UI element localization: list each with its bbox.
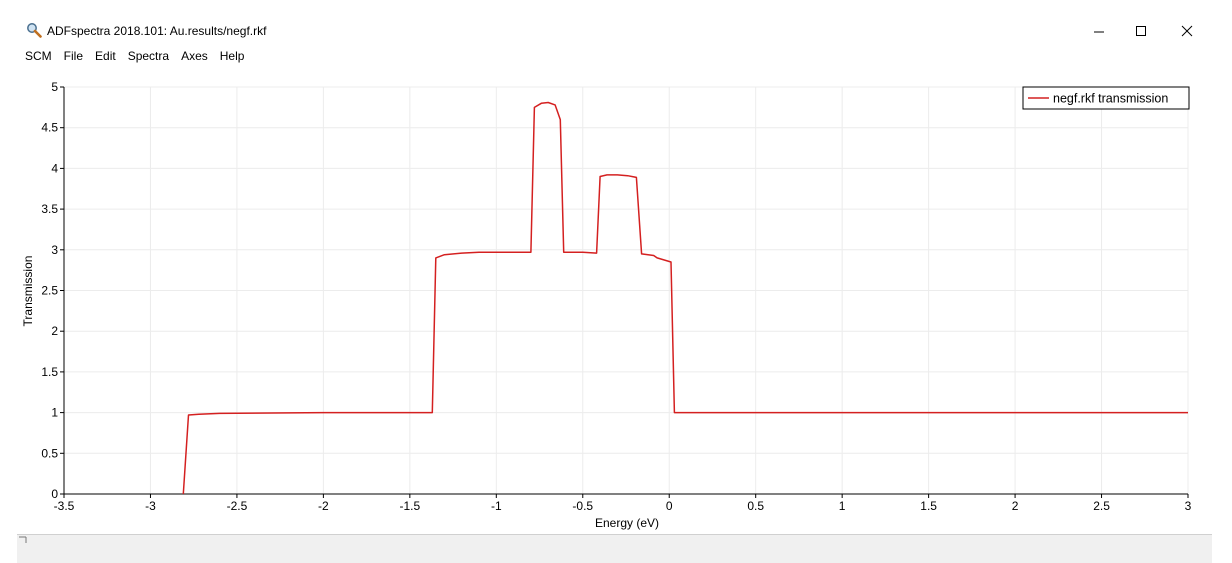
maximize-button[interactable] bbox=[1118, 18, 1164, 44]
minimize-button[interactable] bbox=[1076, 18, 1122, 44]
axes-layer: -3.5 -3 -2.5 -2 -1.5 -1 -0.5 0 0.5 1 1.5 2 2.5 3 0 0.5 1… bbox=[41, 80, 1191, 513]
splitter-handle-icon[interactable] bbox=[18, 534, 36, 544]
x-axis-label: Energy (eV) bbox=[595, 516, 659, 530]
menu-spectra[interactable]: Spectra bbox=[122, 46, 175, 66]
magnifier-icon bbox=[27, 23, 42, 38]
y-tick-label: 1.5 bbox=[41, 365, 58, 379]
legend: negf.rkf transmission bbox=[1022, 86, 1190, 110]
y-tick-label: 4.5 bbox=[41, 121, 58, 135]
series-layer bbox=[182, 101, 1188, 495]
menu-help[interactable]: Help bbox=[214, 46, 251, 66]
status-bar bbox=[17, 534, 1212, 563]
menu-axes[interactable]: Axes bbox=[175, 46, 214, 66]
y-tick-label: 5 bbox=[51, 80, 58, 94]
grid-layer bbox=[63, 86, 1189, 495]
x-tick-label: 0 bbox=[666, 499, 673, 513]
menu-bar: SCM File Edit Spectra Axes Help bbox=[0, 46, 1232, 66]
series-line bbox=[182, 101, 1188, 495]
x-tick-label: 1 bbox=[839, 499, 846, 513]
x-tick-label: -1.5 bbox=[400, 499, 421, 513]
y-tick-label: 2 bbox=[51, 324, 58, 338]
x-tick-label: -0.5 bbox=[572, 499, 593, 513]
x-tick-label: -2.5 bbox=[227, 499, 248, 513]
y-tick-label: 0 bbox=[51, 487, 58, 501]
y-tick-label: 2.5 bbox=[41, 284, 58, 298]
x-tick-label: 1.5 bbox=[920, 499, 937, 513]
window-title: ADFspectra 2018.101: Au.results/negf.rkf bbox=[47, 24, 267, 38]
x-tick-label: 2 bbox=[1012, 499, 1019, 513]
menu-edit[interactable]: Edit bbox=[89, 46, 122, 66]
y-tick-label: 0.5 bbox=[41, 446, 58, 460]
x-tick-label: -3.5 bbox=[54, 499, 75, 513]
y-tick-label: 3 bbox=[51, 243, 58, 257]
x-tick-label: -1 bbox=[491, 499, 502, 513]
transmission-chart[interactable]: -3.5 -3 -2.5 -2 -1.5 -1 -0.5 0 0.5 1 1.5 2 2.5 3 0 0.5 1… bbox=[17, 67, 1212, 533]
x-tick-label: -3 bbox=[145, 499, 156, 513]
x-tick-label: -2 bbox=[318, 499, 329, 513]
menu-scm[interactable]: SCM bbox=[0, 46, 58, 66]
close-icon bbox=[1181, 25, 1193, 37]
x-tick-label: 3 bbox=[1185, 499, 1192, 513]
menu-file[interactable]: File bbox=[58, 46, 89, 66]
legend-label: negf.rkf transmission bbox=[1053, 92, 1168, 106]
close-button[interactable] bbox=[1164, 18, 1210, 44]
x-tick-label: 0.5 bbox=[747, 499, 764, 513]
y-axis-label: Transmission bbox=[21, 256, 35, 327]
plot-area[interactable]: -3.5 -3 -2.5 -2 -1.5 -1 -0.5 0 0.5 1 1.5 2 2.5 3 0 0.5 1… bbox=[17, 67, 1212, 533]
title-bar[interactable]: ADFspectra 2018.101: Au.results/negf.rkf bbox=[0, 0, 1232, 44]
y-tick-label: 3.5 bbox=[41, 202, 58, 216]
maximize-icon bbox=[1136, 26, 1146, 36]
minimize-icon bbox=[1094, 31, 1104, 33]
y-tick-label: 1 bbox=[51, 406, 58, 420]
y-tick-label: 4 bbox=[51, 161, 58, 175]
x-tick-label: 2.5 bbox=[1093, 499, 1110, 513]
